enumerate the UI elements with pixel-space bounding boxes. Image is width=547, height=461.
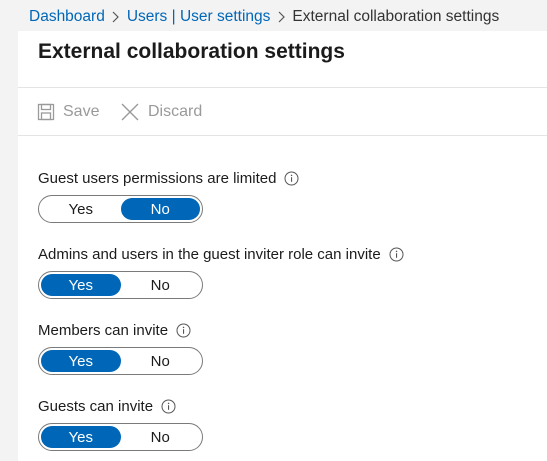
settings-blade: External collaboration settings Save Dis… xyxy=(18,31,547,461)
setting-label: Admins and users in the guest inviter ro… xyxy=(38,245,381,263)
chevron-right-icon xyxy=(105,7,127,27)
setting-label: Members can invite xyxy=(38,321,169,339)
breadcrumb-current: External collaboration settings xyxy=(292,8,500,25)
toggle-option-yes[interactable]: Yes xyxy=(41,198,121,220)
command-bar: Save Discard xyxy=(18,87,547,136)
breadcrumb-dashboard[interactable]: Dashboard xyxy=(29,8,105,26)
toggle-option-no[interactable]: No xyxy=(120,198,200,220)
toggle-option-no[interactable]: No xyxy=(121,274,201,296)
toggle-option-yes[interactable]: Yes xyxy=(41,274,121,296)
info-icon[interactable] xyxy=(389,247,404,262)
toggle-option-yes[interactable]: Yes xyxy=(41,426,121,448)
setting-label: Guests can invite xyxy=(38,397,154,415)
toggle-option-no[interactable]: No xyxy=(121,426,201,448)
save-icon xyxy=(37,103,55,121)
page-title: External collaboration settings xyxy=(38,40,345,63)
discard-button[interactable]: Discard xyxy=(120,100,202,124)
setting-guest-permissions-limited: Guest users permissions are limited Yes … xyxy=(38,168,299,223)
breadcrumb-user-settings[interactable]: Users | User settings xyxy=(127,8,271,26)
discard-label: Discard xyxy=(148,103,203,120)
breadcrumb: Dashboard Users | User settings External… xyxy=(29,7,499,27)
info-icon[interactable] xyxy=(284,171,299,186)
save-button[interactable]: Save xyxy=(37,100,99,124)
yes-no-toggle: Yes No xyxy=(38,271,203,299)
setting-guests-can-invite: Guests can invite Yes No xyxy=(38,396,203,451)
setting-members-can-invite: Members can invite Yes No xyxy=(38,320,203,375)
yes-no-toggle: Yes No xyxy=(38,195,203,223)
info-icon[interactable] xyxy=(176,323,191,338)
yes-no-toggle: Yes No xyxy=(38,347,203,375)
yes-no-toggle: Yes No xyxy=(38,423,203,451)
chevron-right-icon xyxy=(270,7,292,27)
info-icon[interactable] xyxy=(161,399,176,414)
toggle-option-no[interactable]: No xyxy=(121,350,201,372)
toggle-option-yes[interactable]: Yes xyxy=(41,350,121,372)
close-icon xyxy=(121,103,139,121)
save-label: Save xyxy=(63,103,100,120)
setting-admins-guest-inviter-can-invite: Admins and users in the guest inviter ro… xyxy=(38,244,404,299)
setting-label: Guest users permissions are limited xyxy=(38,169,277,187)
